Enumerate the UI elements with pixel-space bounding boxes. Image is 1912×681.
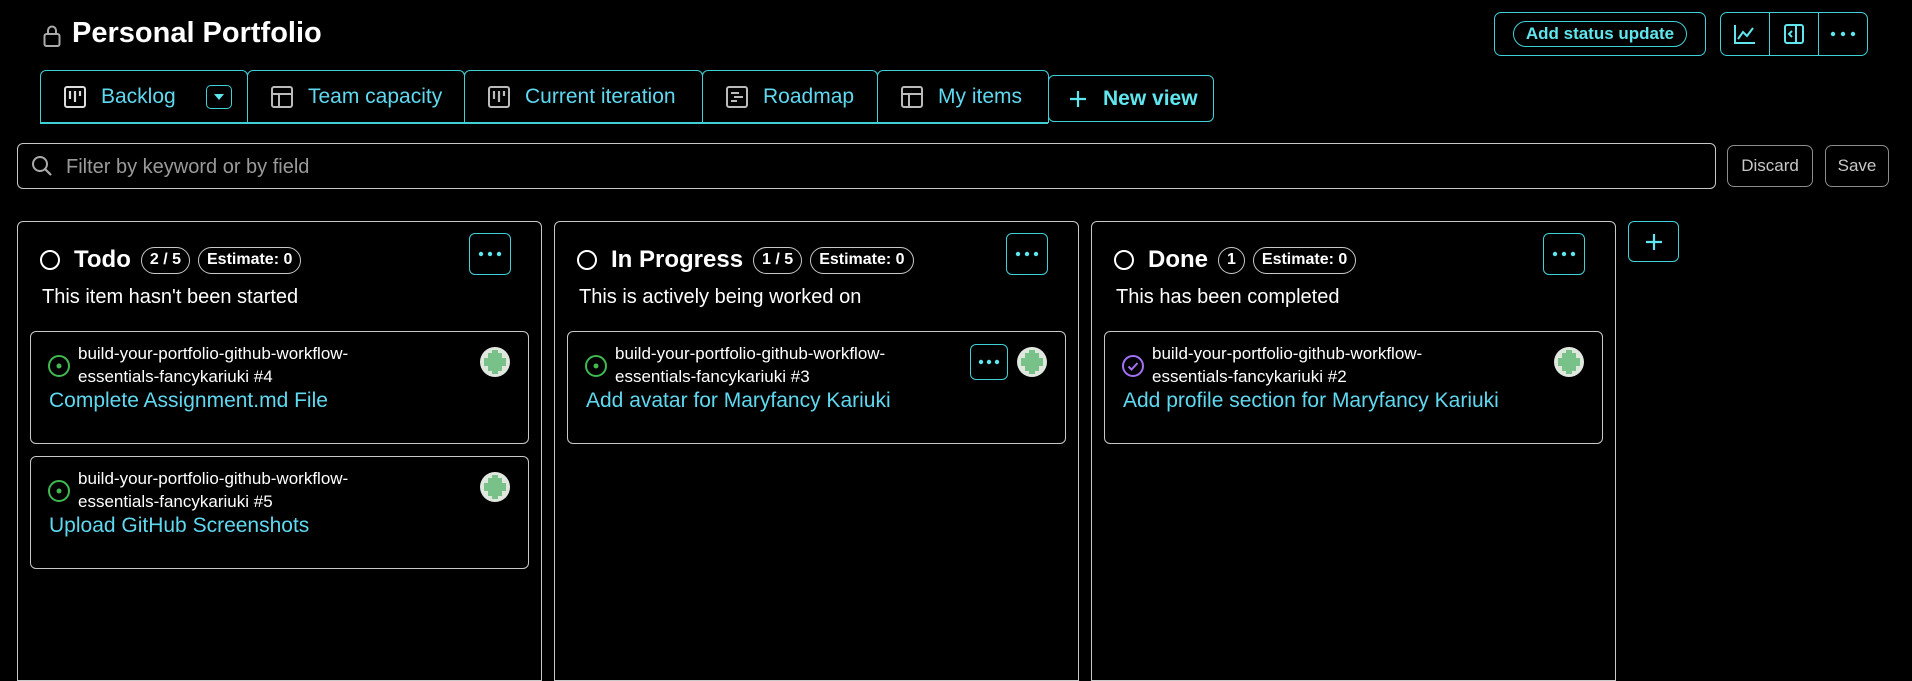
status-circle-icon [577,250,597,270]
avatar [1554,347,1584,377]
estimate-badge: Estimate: 0 [198,246,302,274]
roadmap-icon [725,85,749,109]
issue-open-icon [47,479,71,508]
add-column-button[interactable] [1628,221,1679,262]
filter-input[interactable] [64,150,1668,184]
tab-label: Roadmap [763,85,855,108]
issue-card[interactable]: build-your-portfolio-github-workflow-ess… [567,331,1066,444]
column-name: In Progress [611,246,744,273]
status-circle-icon [1114,250,1134,270]
card-repo-reference: build-your-portfolio-github-workflow-ess… [1152,344,1423,386]
plus-icon [1069,90,1087,108]
more-ellipsis-icon [978,359,1000,365]
board-column-done: Done 1 Estimate: 0 This has been complet… [1091,221,1616,681]
new-view-label: New view [1103,86,1198,110]
sidebar-panel-icon[interactable] [1770,13,1819,55]
table-icon [900,85,924,109]
plus-icon [1645,233,1662,250]
tab-current-iteration[interactable]: Current iteration [464,70,703,123]
board-column-todo: Todo 2 / 5 Estimate: 0 This item hasn't … [17,221,542,681]
board-icon [487,85,511,109]
table-icon [270,85,294,109]
issue-open-icon [584,354,608,383]
tab-my-items[interactable]: My items [877,70,1049,123]
column-description: This item hasn't been started [42,286,299,308]
column-name: Todo [74,246,131,273]
tab-roadmap[interactable]: Roadmap [702,70,878,123]
more-ellipsis-icon [1015,251,1039,257]
card-repo-reference: build-your-portfolio-github-workflow-ess… [78,469,349,511]
chevron-down-icon [213,94,224,100]
column-menu-button[interactable] [1006,233,1048,275]
card-repo-reference: build-your-portfolio-github-workflow-ess… [78,344,349,386]
issue-card[interactable]: build-your-portfolio-github-workflow-ess… [30,331,529,444]
page-title: Personal Portfolio [72,17,322,49]
card-title-link[interactable]: Add profile section for Maryfancy Kariuk… [1123,389,1499,413]
column-menu-button[interactable] [1543,233,1585,275]
item-count-badge: 2 / 5 [140,246,190,274]
filter-bar [17,143,1716,189]
card-title-link[interactable]: Upload GitHub Screenshots [49,514,309,538]
issue-open-icon [47,354,71,383]
issue-card[interactable]: build-your-portfolio-github-workflow-ess… [1104,331,1603,444]
issue-card[interactable]: build-your-portfolio-github-workflow-ess… [30,456,529,569]
save-button[interactable]: Save [1825,145,1889,187]
card-menu-button[interactable] [970,344,1008,380]
estimate-badge: Estimate: 0 [810,246,914,274]
new-view-button[interactable]: New view [1048,75,1214,122]
avatar [480,472,510,502]
tab-label: My items [938,85,1022,108]
add-status-update-button[interactable]: Add status update [1494,12,1706,56]
issue-closed-icon [1121,354,1145,383]
column-description: This has been completed [1116,286,1340,308]
view-options-dropdown[interactable] [205,85,232,109]
tab-team-capacity[interactable]: Team capacity [247,70,465,123]
more-ellipsis-icon[interactable] [1819,13,1867,55]
column-name: Done [1148,246,1208,273]
add-status-update-label: Add status update [1513,21,1687,47]
board-column-in-progress: In Progress 1 / 5 Estimate: 0 This is ac… [554,221,1079,681]
estimate-badge: Estimate: 0 [1252,246,1357,274]
tab-label: Backlog [101,85,176,108]
item-count-badge: 1 / 5 [753,246,803,274]
tab-label: Current iteration [525,85,676,108]
board-icon [63,85,87,109]
search-icon [31,155,53,182]
column-menu-button[interactable] [469,233,511,275]
avatar [480,347,510,377]
discard-button[interactable]: Discard [1727,145,1813,187]
tab-label: Team capacity [308,85,443,108]
more-ellipsis-icon [1552,251,1576,257]
avatar [1017,347,1047,377]
status-circle-icon [40,250,60,270]
tab-backlog[interactable]: Backlog [40,70,248,123]
lock-icon [42,24,62,48]
card-repo-reference: build-your-portfolio-github-workflow-ess… [615,344,886,386]
item-count-badge: 1 [1218,246,1245,274]
card-title-link[interactable]: Add avatar for Maryfancy Kariuki [586,389,891,413]
card-title-link[interactable]: Complete Assignment.md File [49,389,328,413]
toolbar-icon-group [1720,12,1868,56]
column-description: This is actively being worked on [579,286,862,308]
more-ellipsis-icon [478,251,502,257]
insights-chart-icon[interactable] [1721,13,1770,55]
